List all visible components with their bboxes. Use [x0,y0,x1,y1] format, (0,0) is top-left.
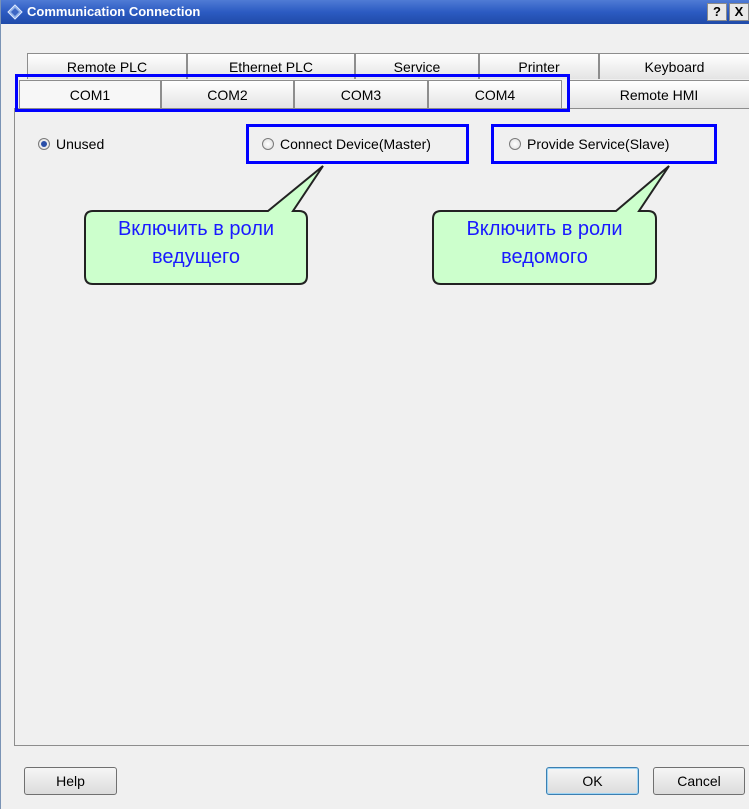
callout-slave-line1: Включить в роли [466,218,623,240]
ok-button[interactable]: OK [546,767,639,795]
help-button[interactable]: Help [24,767,117,795]
communication-connection-dialog: Communication Connection ? X Remote PLC … [0,0,749,809]
callout-master-text: Включить в роли ведущего [85,215,307,271]
callouts-layer [84,165,670,285]
callout-slave-line2: ведомого [501,246,588,268]
callout-slave-text: Включить в роли ведомого [433,215,656,271]
callout-master-line1: Включить в роли [117,218,275,240]
cancel-button[interactable]: Cancel [653,767,745,795]
callout-master-line2: ведущего [151,246,241,268]
